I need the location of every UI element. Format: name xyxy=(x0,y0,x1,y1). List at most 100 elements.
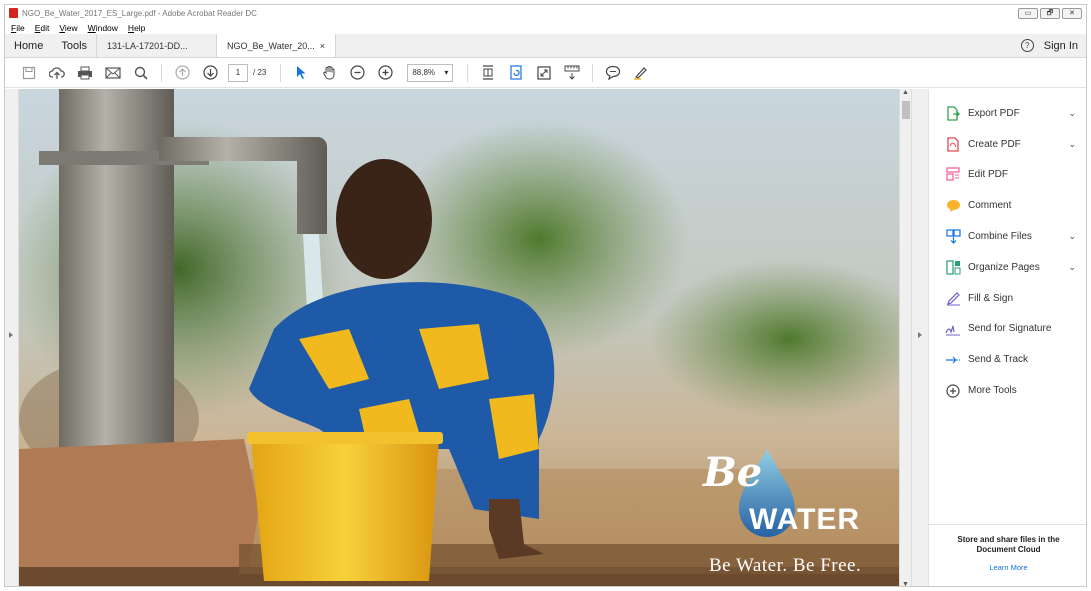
logo-be-text: Be xyxy=(703,449,763,496)
collapse-arrow-icon xyxy=(918,332,922,338)
document-cloud-promo: Store and share files in the Document Cl… xyxy=(929,524,1086,586)
tool-label: Send for Signature xyxy=(968,323,1052,335)
close-window-button[interactable]: ✕ xyxy=(1062,7,1082,19)
chevron-down-icon[interactable]: ⌄ xyxy=(1068,108,1076,119)
search-icon[interactable] xyxy=(132,64,150,82)
tool-edit-pdf[interactable]: Edit PDF xyxy=(929,160,1086,191)
menu-help[interactable]: Help xyxy=(128,23,145,33)
export-pdf-icon xyxy=(945,105,961,121)
plus-circle-icon xyxy=(945,383,961,399)
doc-tab-label: 131-LA-17201-DD... xyxy=(107,40,188,51)
tool-label: Export PDF xyxy=(968,107,1020,119)
menu-bar: File Edit View Window Help xyxy=(5,21,1086,34)
tab-tools[interactable]: Tools xyxy=(52,34,96,57)
tool-create-pdf[interactable]: Create PDF ⌄ xyxy=(929,129,1086,160)
scroll-up-icon[interactable]: ▲ xyxy=(902,89,909,96)
upload-cloud-icon[interactable] xyxy=(48,64,66,82)
select-cursor-icon[interactable] xyxy=(292,64,310,82)
tab-doc-131-la[interactable]: 131-LA-17201-DD... xyxy=(96,34,216,57)
tools-pane: Export PDF ⌄ Create PDF ⌄ Edit PDF Comme… xyxy=(928,89,1086,586)
title-bar: NGO_Be_Water_2017_ES_Large.pdf - Adobe A… xyxy=(5,5,1086,21)
send-signature-icon xyxy=(945,321,961,337)
close-tab-icon[interactable]: × xyxy=(320,41,325,51)
toolbar-divider xyxy=(592,63,594,82)
tools-pane-toggle[interactable] xyxy=(911,89,928,586)
tool-label: Create PDF xyxy=(968,138,1021,150)
email-icon[interactable] xyxy=(104,64,122,82)
main-toolbar: 1 / 23 88,8% ▾ xyxy=(5,58,1086,88)
tool-label: Comment xyxy=(968,200,1012,212)
tool-export-pdf[interactable]: Export PDF ⌄ xyxy=(929,98,1086,129)
toolbar-divider xyxy=(280,63,282,82)
measure-ruler-icon[interactable] xyxy=(563,64,581,82)
maximize-button[interactable]: 🗗 xyxy=(1040,7,1060,19)
tool-label: Organize Pages xyxy=(968,261,1040,273)
tool-label: More Tools xyxy=(968,385,1017,397)
edit-pdf-icon xyxy=(945,167,961,183)
chevron-down-icon[interactable]: ⌄ xyxy=(1068,139,1076,150)
minimize-button[interactable]: ▭ xyxy=(1018,7,1038,19)
zoom-in-icon[interactable] xyxy=(376,64,394,82)
tagline-text: Be Water. Be Free. xyxy=(709,555,862,576)
tool-label: Combine Files xyxy=(968,231,1032,243)
full-screen-icon[interactable] xyxy=(535,64,553,82)
organize-pages-icon xyxy=(945,259,961,275)
tool-label: Edit PDF xyxy=(968,169,1009,181)
zoom-level-select[interactable]: 88,8% ▾ xyxy=(407,63,454,82)
menu-view[interactable]: View xyxy=(59,23,77,33)
cloud-text-line2: Document Cloud xyxy=(976,545,1041,554)
menu-edit[interactable]: Edit xyxy=(35,23,50,33)
doc-tab-label: NGO_Be_Water_20... xyxy=(227,40,315,51)
document-viewer[interactable]: Be WATER Be Water. Be Free. xyxy=(19,89,899,586)
chevron-down-icon[interactable]: ⌄ xyxy=(1068,262,1076,273)
content-area: Be WATER Be Water. Be Free. ▲ ▼ Export P… xyxy=(5,89,1086,586)
next-page-icon[interactable] xyxy=(201,64,219,82)
chevron-down-icon[interactable]: ⌄ xyxy=(1068,231,1076,242)
tool-fill-sign[interactable]: Fill & Sign xyxy=(929,283,1086,314)
menu-file[interactable]: File xyxy=(11,23,25,33)
send-track-arrow-icon xyxy=(945,352,961,368)
acrobat-window: NGO_Be_Water_2017_ES_Large.pdf - Adobe A… xyxy=(4,4,1087,587)
expand-arrow-icon xyxy=(9,332,13,338)
chevron-down-icon: ▾ xyxy=(444,68,449,77)
vertical-scrollbar[interactable]: ▲ ▼ xyxy=(899,89,911,586)
tool-combine-files[interactable]: Combine Files ⌄ xyxy=(929,221,1086,252)
menu-window[interactable]: Window xyxy=(88,23,118,33)
tool-organize-pages[interactable]: Organize Pages ⌄ xyxy=(929,252,1086,283)
comment-icon[interactable] xyxy=(604,64,622,82)
scrollbar-thumb[interactable] xyxy=(902,101,910,119)
tool-more-tools[interactable]: More Tools xyxy=(929,375,1086,406)
toolbar-divider xyxy=(467,63,469,82)
window-title: NGO_Be_Water_2017_ES_Large.pdf - Adobe A… xyxy=(22,8,257,18)
create-pdf-icon xyxy=(945,136,961,152)
tool-send-for-signature[interactable]: Send for Signature xyxy=(929,314,1086,345)
scroll-down-icon[interactable]: ▼ xyxy=(902,581,909,586)
rotate-page-icon[interactable] xyxy=(507,64,525,82)
print-icon[interactable] xyxy=(76,64,94,82)
combine-files-icon xyxy=(945,229,961,245)
navigation-pane-toggle[interactable] xyxy=(5,89,19,586)
tool-comment[interactable]: Comment xyxy=(929,190,1086,221)
page-total: / 23 xyxy=(253,68,267,77)
tab-bar: Home Tools 131-LA-17201-DD... NGO_Be_Wat… xyxy=(5,34,1086,58)
tool-label: Fill & Sign xyxy=(968,292,1014,304)
hand-tool-icon[interactable] xyxy=(320,64,338,82)
tool-send-track[interactable]: Send & Track xyxy=(929,344,1086,375)
zoom-out-icon[interactable] xyxy=(348,64,366,82)
toolbar-divider xyxy=(161,63,162,82)
comment-bubble-icon xyxy=(945,198,961,214)
save-icon[interactable] xyxy=(20,64,38,82)
sign-in-button[interactable]: Sign In xyxy=(1044,40,1078,52)
page-number-input[interactable]: 1 xyxy=(228,63,248,82)
tab-home[interactable]: Home xyxy=(5,34,52,57)
fit-page-icon[interactable] xyxy=(479,64,497,82)
learn-more-link[interactable]: Learn More xyxy=(929,563,1086,573)
pdf-file-icon xyxy=(9,8,18,18)
help-icon[interactable]: ? xyxy=(1020,39,1034,52)
cloud-text-line1: Store and share files in the xyxy=(957,535,1060,544)
logo-water-text: WATER xyxy=(749,503,861,536)
tab-doc-ngo-be-water[interactable]: NGO_Be_Water_20... × xyxy=(216,34,337,57)
tool-label: Send & Track xyxy=(968,354,1029,366)
highlight-pen-icon[interactable] xyxy=(632,64,650,82)
previous-page-icon[interactable] xyxy=(173,64,191,82)
